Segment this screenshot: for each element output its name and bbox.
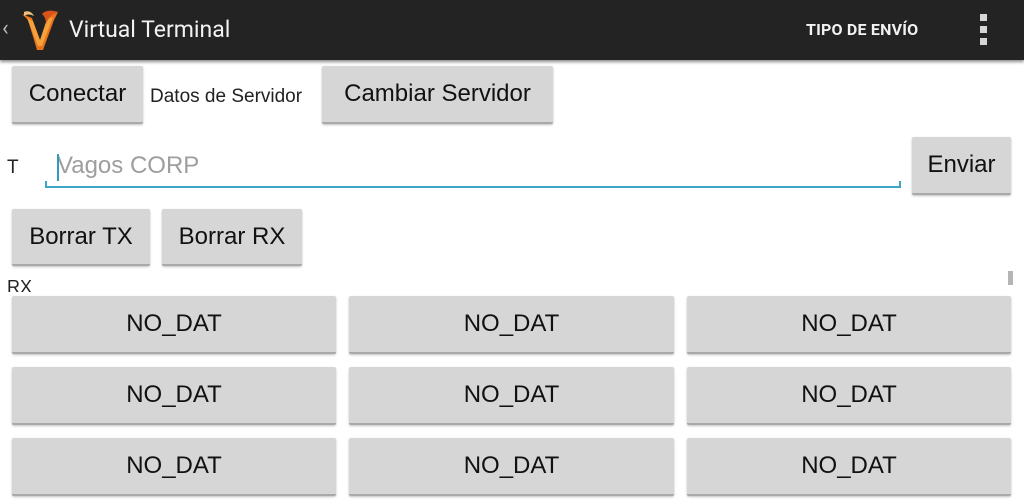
rx-label: RX [7, 277, 33, 292]
tx-input[interactable] [45, 145, 901, 187]
connect-button[interactable]: Conectar [12, 66, 143, 124]
tx-label: T [7, 157, 19, 178]
clear-rx-button[interactable]: Borrar RX [162, 209, 302, 266]
overflow-menu-icon[interactable] [972, 12, 996, 48]
tx-input-container [45, 145, 901, 189]
tx-input-underline [45, 181, 901, 188]
vagos-v-flame-logo-icon[interactable] [18, 8, 64, 54]
data-button-4[interactable]: NO_DAT [12, 367, 336, 425]
server-data-label: Datos de Servidor [150, 86, 303, 107]
data-button-2[interactable]: NO_DAT [349, 296, 674, 354]
data-button-8[interactable]: NO_DAT [349, 438, 674, 496]
up-caret-icon[interactable]: ‹ [2, 16, 16, 42]
send-type-menu-button[interactable]: TIPO DE ENVÍO [806, 18, 918, 42]
action-bar: ‹ Virtual Terminal TIPO DE ENVÍO [0, 0, 1024, 60]
change-server-button[interactable]: Cambiar Servidor [322, 66, 553, 124]
scrollbar[interactable] [1008, 271, 1013, 285]
clear-tx-button[interactable]: Borrar TX [12, 209, 150, 266]
rx-label-clip: RX [7, 276, 47, 292]
data-button-7[interactable]: NO_DAT [12, 438, 336, 496]
text-cursor [57, 154, 59, 181]
data-button-1[interactable]: NO_DAT [12, 296, 336, 354]
send-button[interactable]: Enviar [912, 137, 1011, 195]
data-button-6[interactable]: NO_DAT [687, 367, 1011, 425]
data-button-5[interactable]: NO_DAT [349, 367, 674, 425]
data-button-9[interactable]: NO_DAT [687, 438, 1011, 496]
app-title: Virtual Terminal [69, 16, 231, 43]
data-button-3[interactable]: NO_DAT [687, 296, 1011, 354]
